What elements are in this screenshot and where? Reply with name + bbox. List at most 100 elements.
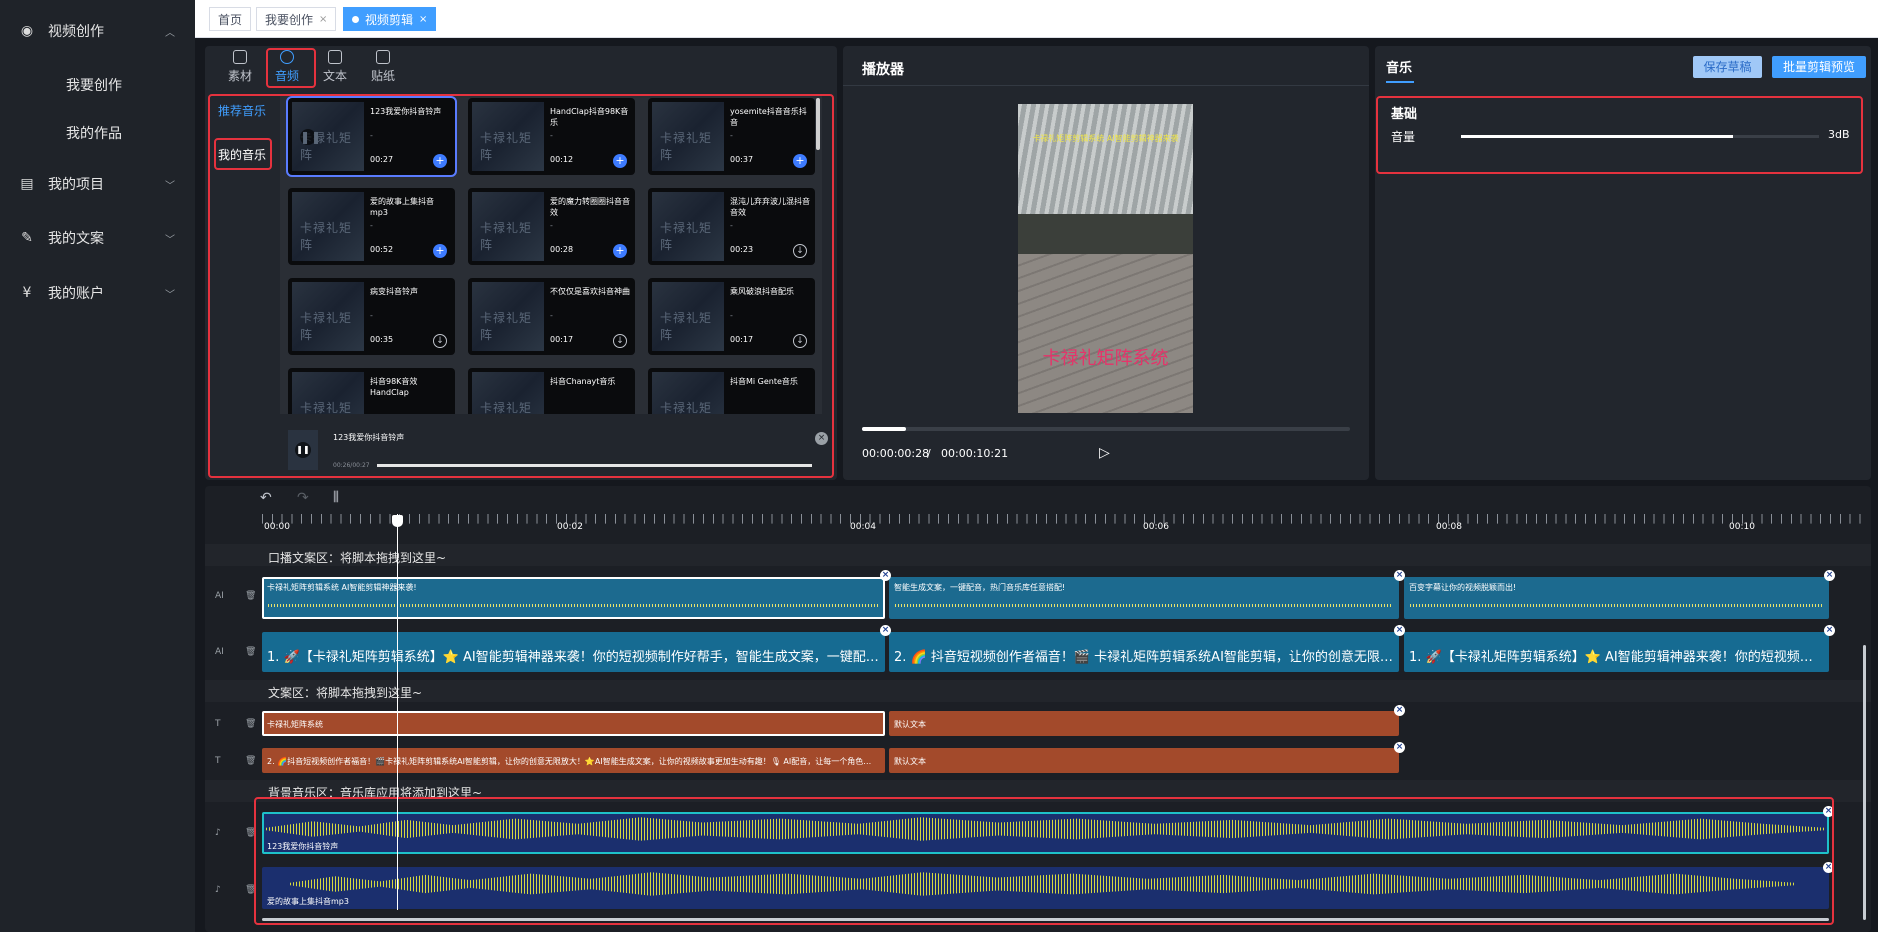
tab-audio[interactable]: 音频 <box>270 50 304 84</box>
music-thumbnail: 卡禄礼矩阵 <box>652 102 724 171</box>
tab-music[interactable]: 音乐 <box>1386 57 1412 76</box>
nav-my-account[interactable]: ¥ 我的账户 ﹀ <box>0 279 195 307</box>
split-icon[interactable]: ⫼ <box>333 490 339 505</box>
tab-material[interactable]: 素材 <box>223 50 257 84</box>
nav-video-create[interactable]: ◉ 视频创作 ︿ <box>0 17 195 45</box>
timeline-vscrollbar[interactable] <box>1863 645 1866 920</box>
text-clip[interactable]: 默认文本 <box>889 748 1399 773</box>
pause-icon[interactable]: ❚❚ <box>300 129 321 145</box>
pause-icon[interactable]: ❚❚ <box>295 442 311 458</box>
category-my-music[interactable]: 我的音乐 <box>218 146 266 163</box>
section-title: 基础 <box>1391 107 1418 122</box>
nav-my-copy[interactable]: ✎ 我的文案 ﹀ <box>0 224 195 252</box>
music-waveform <box>290 872 1795 896</box>
music-card[interactable]: 卡禄礼矩阵 HandClap抖音98K音乐 - 00:12 + <box>468 98 635 175</box>
volume-slider[interactable] <box>1461 135 1819 138</box>
download-icon[interactable]: ↓ <box>793 244 807 258</box>
close-icon[interactable]: × <box>1394 625 1405 636</box>
timeline-hscrollbar[interactable] <box>262 918 1829 921</box>
voice-clip[interactable]: 智能生成文案，一键配音，热门音乐库任意搭配! <box>889 577 1399 619</box>
close-icon[interactable]: × <box>880 570 891 581</box>
properties-panel <box>1375 46 1871 480</box>
music-card[interactable]: 卡禄礼矩阵 乘风破浪抖音配乐 - 00:17 ↓ <box>648 278 815 355</box>
close-icon[interactable]: × <box>1394 742 1405 753</box>
add-icon[interactable]: + <box>433 154 447 168</box>
mini-progress-bar[interactable] <box>377 464 812 467</box>
nav-item-create[interactable]: 我要创作 <box>66 75 122 95</box>
music-clip[interactable]: 123我爱你抖音铃声 <box>262 812 1829 854</box>
delete-icon[interactable]: 🗑 <box>245 756 256 766</box>
music-duration: 00:28 <box>550 245 574 254</box>
download-icon[interactable]: ↓ <box>613 334 627 348</box>
music-card[interactable]: 卡禄礼矩阵 混沌儿弃弃波儿混抖音音效 - 00:23 ↓ <box>648 188 815 265</box>
close-icon[interactable]: × <box>1394 705 1405 716</box>
close-icon[interactable]: × <box>1824 570 1835 581</box>
tag-video-edit[interactable]: 视频剪辑 × <box>343 7 437 31</box>
player-progress[interactable] <box>862 427 1350 431</box>
music-card[interactable]: 卡禄礼矩阵 抖音Mi Gente音乐 <box>648 368 815 414</box>
music-card[interactable]: 卡禄礼矩阵 病变抖音铃声 - 00:35 ↓ <box>288 278 455 355</box>
music-card[interactable]: 卡禄礼矩阵 yosemite抖音音乐抖音 - 00:37 + <box>648 98 815 175</box>
chevron-down-icon: ﹀ <box>165 234 175 246</box>
music-card[interactable]: 卡禄礼矩阵 ❚❚ 123我爱你抖音铃声 - 00:27 + <box>286 96 457 177</box>
music-card[interactable]: 卡禄礼矩阵 爱的故事上集抖音mp3 - 00:52 + <box>288 188 455 265</box>
voice-clip[interactable]: 百变字幕让你的视频脱颖而出! <box>1404 577 1829 619</box>
undo-icon[interactable]: ↶ <box>260 490 272 506</box>
save-draft-button[interactable]: 保存草稿 <box>1693 56 1762 78</box>
music-waveform <box>266 817 1825 841</box>
delete-icon[interactable]: 🗑 <box>245 828 256 838</box>
text-clip[interactable]: 默认文本 <box>889 711 1399 736</box>
add-icon[interactable]: + <box>613 244 627 258</box>
chevron-down-icon: ﹀ <box>165 289 175 301</box>
play-icon[interactable]: ▷ <box>1099 445 1110 461</box>
add-icon[interactable]: + <box>433 244 447 258</box>
category-recommended[interactable]: 推荐音乐 <box>218 102 266 119</box>
close-icon[interactable]: × <box>319 14 327 25</box>
timeline-ruler[interactable]: 00:00 00:02 00:04 00:06 00:08 00:10 <box>262 514 1862 538</box>
download-icon[interactable]: ↓ <box>793 334 807 348</box>
tab-text[interactable]: 文本 <box>318 50 352 84</box>
music-card[interactable]: 卡禄礼矩阵 抖音Chanayt音乐 <box>468 368 635 414</box>
playhead-handle[interactable] <box>392 515 403 527</box>
close-icon[interactable]: × <box>815 432 828 445</box>
delete-icon[interactable]: 🗑 <box>245 885 256 895</box>
music-duration: 00:27 <box>370 155 394 164</box>
tick-label: 00:10 <box>1729 522 1755 532</box>
tick-label: 00:00 <box>264 522 290 532</box>
active-dot-icon <box>352 15 359 23</box>
redo-icon[interactable]: ↷ <box>297 490 309 506</box>
download-icon[interactable]: ↓ <box>433 334 447 348</box>
add-icon[interactable]: + <box>793 154 807 168</box>
music-card[interactable]: 卡禄礼矩阵 抖音98K音效HandClap <box>288 368 455 414</box>
close-icon[interactable]: × <box>1824 625 1835 636</box>
thumbnail-text: 卡禄礼矩阵 <box>480 311 533 342</box>
voice-clip[interactable]: 1. 🚀【卡禄礼矩阵剪辑系统】⭐ AI智能剪辑神器来袭！你的短视频制作好帮手..… <box>1404 632 1829 672</box>
playhead[interactable] <box>397 514 398 910</box>
close-icon[interactable]: × <box>1394 570 1405 581</box>
scrollbar[interactable] <box>816 98 820 150</box>
voice-clip[interactable]: 卡禄礼矩阵剪辑系统 AI智能剪辑神器来袭! <box>262 577 885 619</box>
close-icon[interactable]: × <box>419 14 427 25</box>
batch-preview-button[interactable]: 批量剪辑预览 <box>1772 56 1866 78</box>
nav-item-works[interactable]: 我的作品 <box>66 123 122 143</box>
delete-icon[interactable]: 🗑 <box>245 591 256 601</box>
tag-home[interactable]: 首页 <box>209 7 252 31</box>
delete-icon[interactable]: 🗑 <box>245 647 256 657</box>
voice-clip[interactable]: 2. 🌈 抖音短视频创作者福音！🎬 卡禄礼矩阵剪辑系统AI智能剪辑，让你的创意无… <box>889 632 1399 672</box>
tab-sticker[interactable]: 贴纸 <box>366 50 400 84</box>
sticker-icon <box>376 50 390 64</box>
close-icon[interactable]: × <box>1823 862 1834 873</box>
text-clip[interactable]: 2. 🌈抖音短视频创作者福音！🎬卡禄礼矩阵剪辑系统AI智能剪辑，让你的创意无限放… <box>262 748 885 773</box>
nav-my-projects[interactable]: ▤ 我的项目 ﹀ <box>0 170 195 198</box>
music-card[interactable]: 卡禄礼矩阵 爱的魔力转圈圈抖音音效 - 00:28 + <box>468 188 635 265</box>
add-icon[interactable]: + <box>613 154 627 168</box>
close-icon[interactable]: × <box>880 625 891 636</box>
voice-clip[interactable]: 1. 🚀【卡禄礼矩阵剪辑系统】⭐ AI智能剪辑神器来袭！你的短视频制作好帮手，智… <box>262 632 885 672</box>
clip-text: 123我爱你抖音铃声 <box>267 842 339 851</box>
music-card[interactable]: 卡禄礼矩阵 不仅仅是喜欢抖音神曲 - 00:17 ↓ <box>468 278 635 355</box>
text-clip[interactable]: 卡禄礼矩阵系统 <box>262 711 885 736</box>
delete-icon[interactable]: 🗑 <box>245 719 256 729</box>
music-clip[interactable]: 爱的故事上集抖音mp3 <box>262 867 1829 909</box>
tag-create[interactable]: 我要创作 × <box>256 7 337 31</box>
close-icon[interactable]: × <box>1823 806 1834 817</box>
